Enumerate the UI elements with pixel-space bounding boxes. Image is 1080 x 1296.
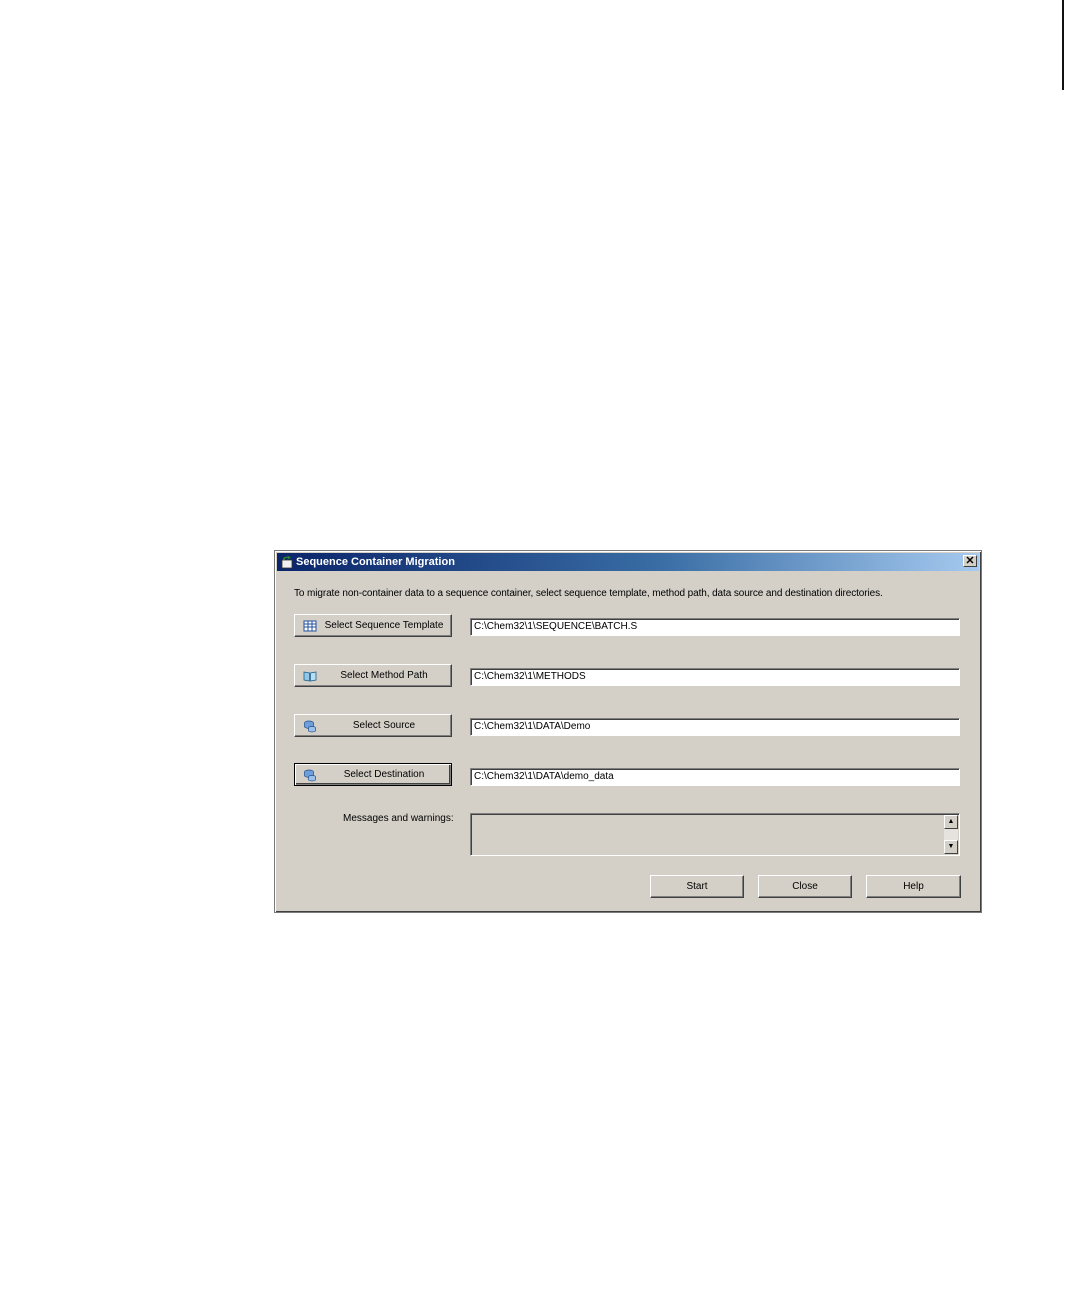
method-book-icon: [303, 669, 317, 683]
method-path-field[interactable]: C:\Chem32\1\METHODS: [470, 668, 960, 686]
close-window-button[interactable]: ✕: [963, 555, 977, 567]
select-destination-button[interactable]: Select Destination: [294, 763, 452, 786]
start-button-label: Start: [686, 881, 708, 892]
database-icon: [303, 768, 317, 782]
triangle-up-icon: ▲: [947, 818, 955, 825]
help-button[interactable]: Help: [866, 875, 961, 898]
messages-label: Messages and warnings:: [343, 813, 454, 824]
app-icon: [280, 555, 294, 569]
source-path-field[interactable]: C:\Chem32\1\DATA\Demo: [470, 718, 960, 736]
destination-path-field[interactable]: C:\Chem32\1\DATA\demo_data: [470, 768, 960, 786]
select-sequence-template-button[interactable]: Select Sequence Template: [294, 614, 452, 637]
select-sequence-template-label: Select Sequence Template: [324, 620, 444, 631]
page-margin-rule: [1062, 0, 1064, 90]
select-method-path-button[interactable]: Select Method Path: [294, 664, 452, 687]
scrollbar-track[interactable]: [944, 829, 958, 840]
sequence-template-path-field[interactable]: C:\Chem32\1\SEQUENCE\BATCH.S: [470, 618, 960, 636]
start-button[interactable]: Start: [650, 875, 744, 898]
window-title: Sequence Container Migration: [296, 556, 455, 568]
sequence-container-migration-dialog: Sequence Container Migration ✕ To migrat…: [274, 550, 982, 913]
scroll-down-button[interactable]: ▼: [944, 840, 958, 854]
close-button-label: Close: [792, 881, 818, 892]
close-button[interactable]: Close: [758, 875, 852, 898]
select-destination-label: Select Destination: [343, 769, 425, 780]
instructions-text: To migrate non-container data to a seque…: [294, 588, 883, 599]
select-source-label: Select Source: [352, 720, 416, 731]
help-button-label: Help: [903, 881, 924, 892]
scroll-up-button[interactable]: ▲: [944, 815, 958, 829]
select-method-path-label: Select Method Path: [340, 670, 428, 681]
select-source-button[interactable]: Select Source: [294, 714, 452, 737]
close-icon: ✕: [965, 555, 975, 567]
database-icon: [303, 719, 317, 733]
sequence-table-icon: [303, 619, 317, 633]
title-bar[interactable]: Sequence Container Migration ✕: [277, 553, 979, 571]
triangle-down-icon: ▼: [947, 843, 955, 850]
messages-textarea[interactable]: ▲ ▼: [470, 813, 960, 856]
